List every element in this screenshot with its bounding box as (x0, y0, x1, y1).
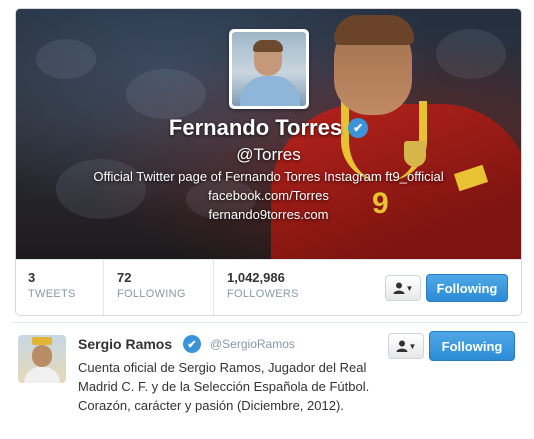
profile-card: 9 Fernando Torres ✔ @Torres Official Twi… (15, 8, 522, 316)
stat-divider (103, 260, 104, 315)
user-bio: Cuenta oficial de Sergio Ramos, Jugador … (78, 360, 370, 413)
stat-following-label: FOLLOWING (117, 288, 186, 300)
user-name[interactable]: Sergio Ramos (78, 336, 172, 352)
profile-link-website[interactable]: fernando9torres.com (16, 207, 521, 222)
stat-followers-value: 1,042,986 (227, 270, 285, 285)
stat-followers[interactable]: 1,042,986 FOLLOWERS (227, 270, 299, 310)
chevron-down-icon: ▼ (408, 341, 417, 351)
user-icon (393, 282, 405, 294)
profile-name[interactable]: Fernando Torres (169, 115, 342, 141)
profile-stats-bar: 3 TWEETS 72 FOLLOWING 1,042,986 FOLLOWER… (16, 259, 521, 315)
profile-link-facebook[interactable]: facebook.com/Torres (16, 188, 521, 203)
user-list-item[interactable]: Sergio Ramos ✔ @SergioRamos Cuenta ofici… (12, 322, 528, 439)
user-icon (396, 340, 408, 352)
user-handle[interactable]: @SergioRamos (210, 337, 295, 351)
profile-avatar[interactable] (229, 29, 309, 109)
user-actions-dropdown[interactable]: ▼ (388, 333, 424, 359)
verified-badge-icon: ✔ (348, 118, 369, 138)
stat-tweets[interactable]: 3 TWEETS (28, 270, 76, 310)
profile-bio: Official Twitter page of Fernando Torres… (93, 169, 444, 184)
following-button[interactable]: Following (429, 331, 515, 361)
stat-following-value: 72 (117, 270, 132, 285)
profile-header-image: 9 Fernando Torres ✔ @Torres Official Twi… (16, 9, 521, 259)
profile-header-text: Fernando Torres ✔ @Torres Official Twitt… (16, 113, 521, 222)
chevron-down-icon: ▼ (405, 283, 414, 293)
user-actions-dropdown[interactable]: ▼ (385, 275, 421, 301)
profile-avatar-image (232, 32, 306, 106)
verified-badge-icon: ✔ (183, 335, 201, 353)
stat-tweets-label: TWEETS (28, 288, 76, 300)
player-hair-graphic (334, 15, 414, 45)
stat-tweets-value: 3 (28, 270, 36, 285)
stat-following[interactable]: 72 FOLLOWING (117, 270, 186, 310)
user-avatar[interactable] (18, 335, 66, 383)
stat-followers-label: FOLLOWERS (227, 288, 299, 300)
stat-divider (213, 260, 214, 315)
following-button[interactable]: Following (426, 274, 508, 302)
profile-handle: @Torres (236, 145, 301, 164)
